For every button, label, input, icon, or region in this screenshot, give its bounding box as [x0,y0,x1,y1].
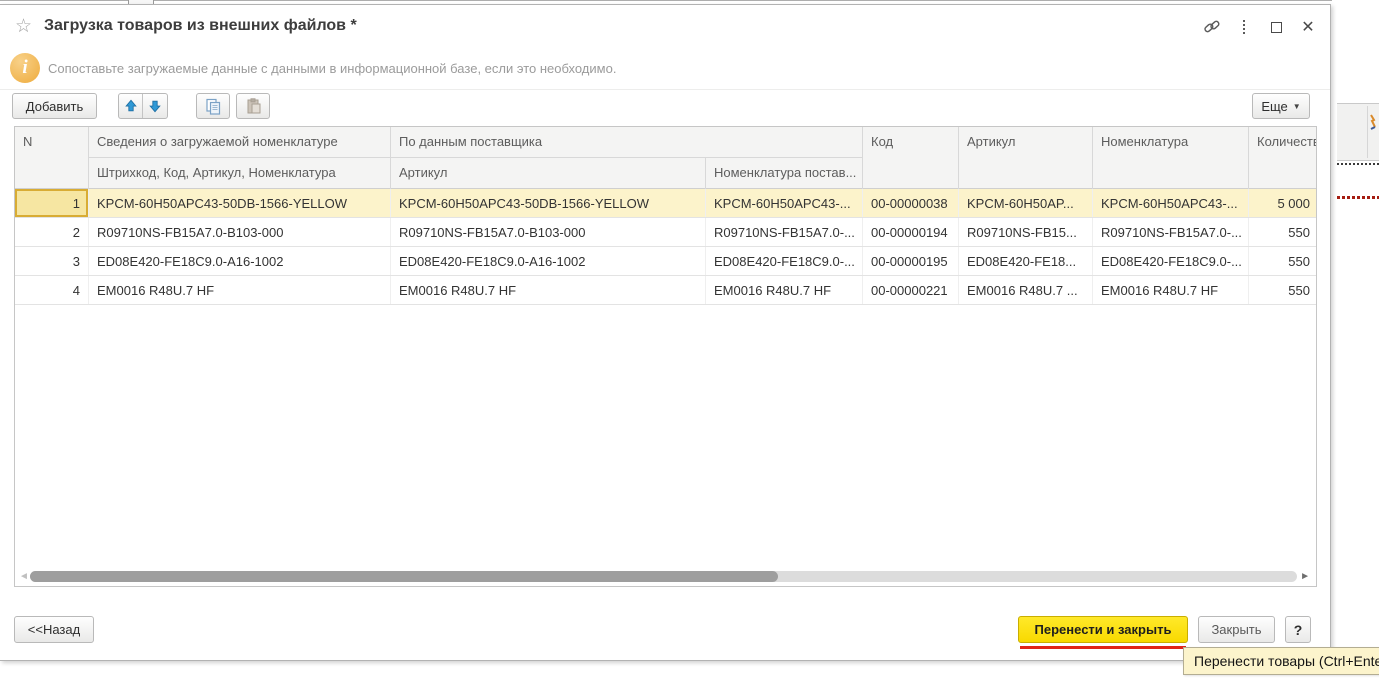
page-title: Загрузка товаров из внешних файлов * [44,17,357,35]
column-header-loaded-sub[interactable]: Штрихкод, Код, Артикул, Номенклатура [89,158,391,189]
cell-code[interactable]: 00-00000195 [863,247,959,275]
separator [0,89,1330,90]
cell-n[interactable]: 1 [15,189,89,217]
cell-nom[interactable]: EM0016 R48U.7 HF [1093,276,1249,304]
cell-qty[interactable]: 5 000 [1249,189,1317,217]
cell-loaded[interactable]: EM0016 R48U.7 HF [89,276,391,304]
add-button[interactable]: Добавить [12,93,97,119]
mouse-highlight-underline [1020,646,1186,649]
column-header-nomenclature[interactable]: Номенклатура [1093,127,1249,189]
tooltip: Перенести товары (Ctrl+Enter) [1183,647,1379,675]
column-header-sku[interactable]: Артикул [959,127,1093,189]
scrollbar-track[interactable] [30,571,1297,582]
cell-supplier_nom[interactable]: ED08E420-FE18C9.0-... [706,247,863,275]
cell-supplier_sku[interactable]: KPCM-60H50APC43-50DB-1566-YELLOW [391,189,706,217]
table-row[interactable]: 4EM0016 R48U.7 HFEM0016 R48U.7 HFEM0016 … [15,276,1316,305]
copy-icon [204,97,222,115]
cell-supplier_sku[interactable]: ED08E420-FE18C9.0-A16-1002 [391,247,706,275]
table-header: N Сведения о загружаемой номенклатуре Шт… [15,127,1316,189]
more-button-label: Еще [1261,99,1287,114]
background-window-top-edge [0,0,1379,1]
cell-supplier_sku[interactable]: EM0016 R48U.7 HF [391,276,706,304]
cell-loaded[interactable]: ED08E420-FE18C9.0-A16-1002 [89,247,391,275]
cell-code[interactable]: 00-00000221 [863,276,959,304]
cell-code[interactable]: 00-00000194 [863,218,959,246]
move-up-button[interactable] [119,94,143,118]
background-dotted-line-red [1337,196,1379,199]
cell-qty[interactable]: 550 [1249,247,1317,275]
table-row[interactable]: 1KPCM-60H50APC43-50DB-1566-YELLOWKPCM-60… [15,189,1316,218]
column-header-n[interactable]: N [15,127,89,189]
cell-supplier_sku[interactable]: R09710NS-FB15A7.0-B103-000 [391,218,706,246]
maximize-icon[interactable] [1267,18,1285,36]
favorite-star-icon[interactable]: ☆ [15,17,32,37]
cell-nom[interactable]: ED08E420-FE18C9.0-... [1093,247,1249,275]
help-button[interactable]: ? [1285,616,1311,643]
column-header-loaded-info[interactable]: Сведения о загружаемой номенклатуре [89,127,391,158]
cell-loaded[interactable]: KPCM-60H50APC43-50DB-1566-YELLOW [89,189,391,217]
paste-icon [244,97,262,115]
move-buttons [118,93,168,119]
info-message: Сопоставьте загружаемые данные с данными… [48,61,616,76]
cell-supplier_nom[interactable]: R09710NS-FB15A7.0-... [706,218,863,246]
cell-sku[interactable]: ED08E420-FE18... [959,247,1093,275]
arrow-up-icon [124,99,138,113]
background-window-fragment [1332,0,1379,682]
cell-sku[interactable]: EM0016 R48U.7 ... [959,276,1093,304]
move-down-button[interactable] [143,94,167,118]
table-row[interactable]: 3ED08E420-FE18C9.0-A16-1002ED08E420-FE18… [15,247,1316,276]
cell-sku[interactable]: KPCM-60H50AP... [959,189,1093,217]
more-button[interactable]: Еще ▼ [1252,93,1310,119]
back-button[interactable]: <<Назад [14,616,94,643]
cell-n[interactable]: 2 [15,218,89,246]
transfer-and-close-button[interactable]: Перенести и закрыть [1018,616,1188,643]
horizontal-scrollbar: ◄ ► [17,570,1310,583]
copy-button[interactable] [196,93,230,119]
chevron-down-icon: ▼ [1293,102,1301,111]
cell-loaded[interactable]: R09710NS-FB15A7.0-B103-000 [89,218,391,246]
column-header-supplier-data[interactable]: По данным поставщика [391,127,863,158]
column-header-quantity[interactable]: Количество [1249,127,1317,189]
cell-sku[interactable]: R09710NS-FB15... [959,218,1093,246]
cell-code[interactable]: 00-00000038 [863,189,959,217]
close-button[interactable]: Закрыть [1198,616,1275,643]
table-body: 1KPCM-60H50APC43-50DB-1566-YELLOWKPCM-60… [15,189,1316,305]
cell-nom[interactable]: R09710NS-FB15A7.0-... [1093,218,1249,246]
paste-button[interactable] [236,93,270,119]
cell-nom[interactable]: KPCM-60H50APC43-... [1093,189,1249,217]
cell-qty[interactable]: 550 [1249,218,1317,246]
cell-supplier_nom[interactable]: EM0016 R48U.7 HF [706,276,863,304]
tooltip-text: Перенести товары (Ctrl+Enter) [1194,653,1379,669]
table-row[interactable]: 2R09710NS-FB15A7.0-B103-000R09710NS-FB15… [15,218,1316,247]
arrow-down-icon [148,99,162,113]
cell-supplier_nom[interactable]: KPCM-60H50APC43-... [706,189,863,217]
scroll-left-icon[interactable]: ◄ [19,571,29,582]
cell-n[interactable]: 4 [15,276,89,304]
scroll-right-icon[interactable]: ► [1300,571,1310,582]
window-menu-icon[interactable] [1235,18,1253,36]
link-icon[interactable] [1203,18,1221,36]
cell-n[interactable]: 3 [15,247,89,275]
background-table-header-fragment [1337,103,1379,161]
column-header-supplier-sku[interactable]: Артикул [391,158,706,189]
background-dotted-line-black [1337,163,1379,165]
info-icon: i [10,53,40,83]
column-header-supplier-nomenclature[interactable]: Номенклатура постав... [706,158,863,189]
dialog-load-goods-from-files: ☆ Загрузка товаров из внешних файлов * ✕… [0,4,1331,661]
window-controls: ✕ [1203,17,1317,37]
mapping-table: N Сведения о загружаемой номенклатуре Шт… [14,126,1317,587]
scrollbar-thumb[interactable] [30,571,778,582]
close-icon[interactable]: ✕ [1299,18,1317,36]
background-column-icon [1368,114,1378,130]
column-header-code[interactable]: Код [863,127,959,189]
cell-qty[interactable]: 550 [1249,276,1317,304]
